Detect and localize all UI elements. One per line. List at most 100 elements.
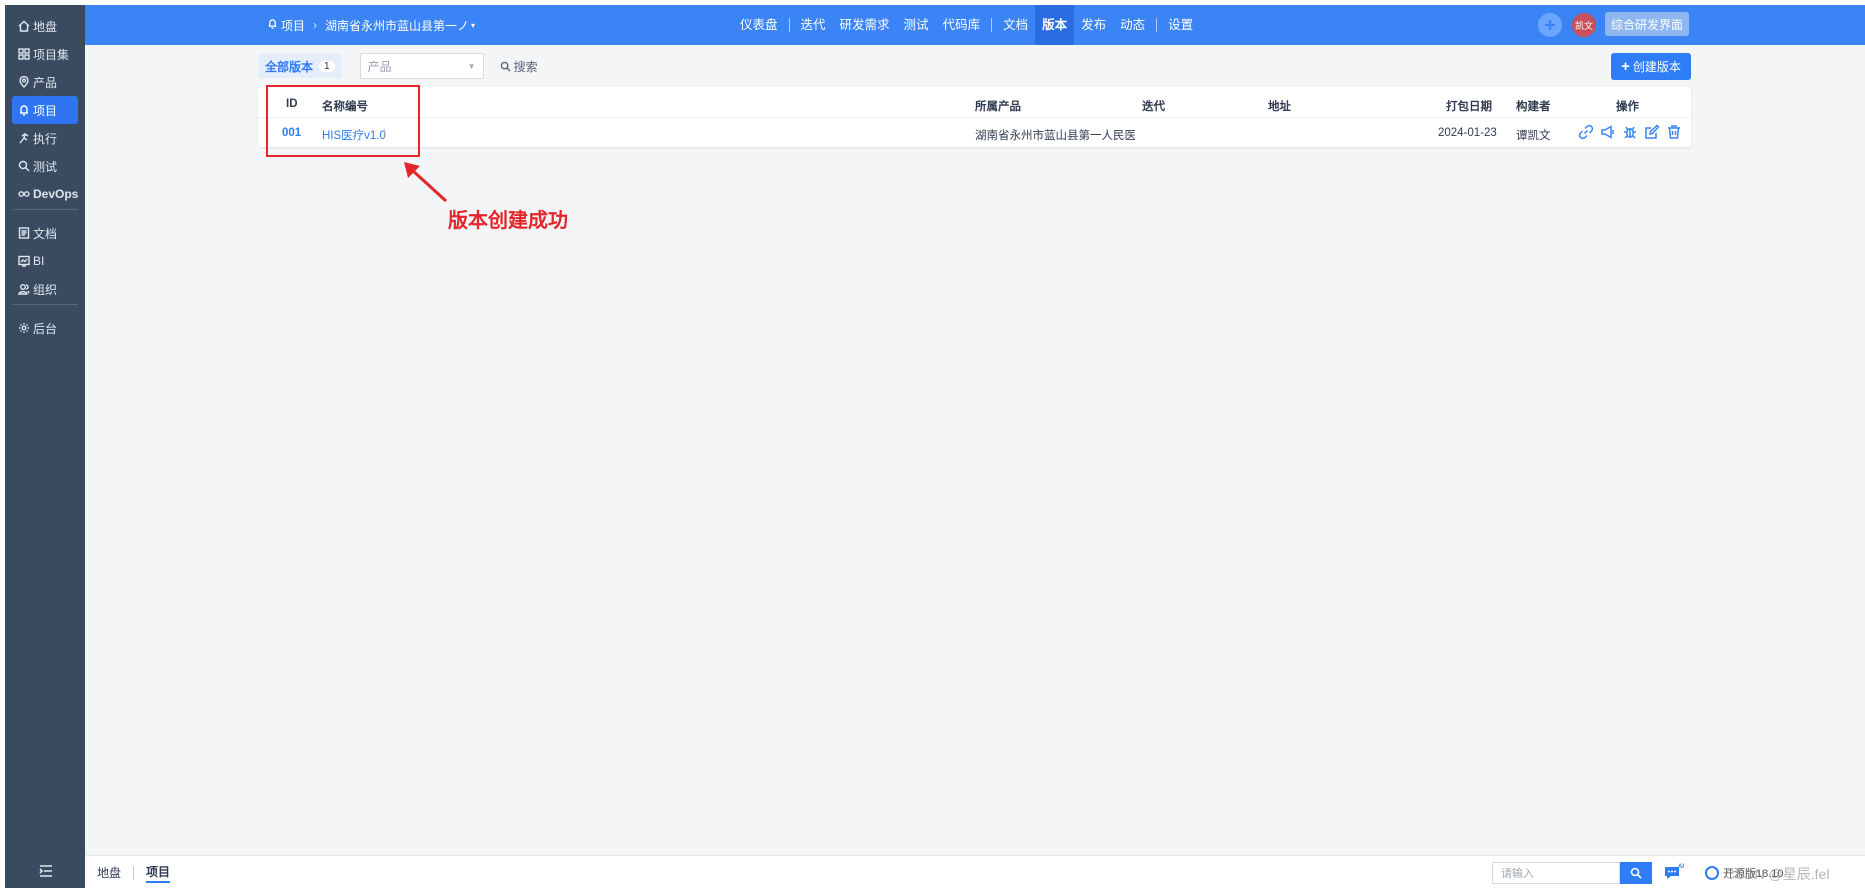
- chart-icon: [18, 255, 30, 267]
- bug-icon[interactable]: [1622, 124, 1638, 140]
- footer-search-input[interactable]: 请输入: [1492, 862, 1620, 884]
- trash-icon[interactable]: [1666, 124, 1682, 140]
- sidebar-item-org[interactable]: 组织: [12, 275, 78, 303]
- collapse-menu-icon[interactable]: [38, 864, 54, 878]
- sidebar-item-label: 组织: [33, 282, 58, 297]
- nav-divider: [991, 18, 993, 32]
- nav-divider: [1156, 18, 1158, 32]
- footer-bar: 地盘 项目 请输入 AI 开源版18.10 CSDN @星辰.fel: [85, 855, 1865, 888]
- ai-chat-icon[interactable]: AI: [1663, 862, 1685, 882]
- footer-breadcrumb: 地盘 项目: [97, 856, 171, 889]
- sidebar-item-program[interactable]: 项目集: [12, 40, 78, 68]
- sidebar-item-label: 产品: [33, 75, 58, 90]
- sidebar-item-doc[interactable]: 文档: [12, 219, 78, 247]
- sidebar-item-product[interactable]: 产品: [12, 68, 78, 96]
- search-icon: [1630, 867, 1642, 879]
- sidebar-item-devops[interactable]: DevOps: [12, 180, 78, 208]
- project-nav: 仪表盘 迭代 研发需求 测试 代码库 文档 版本 发布 动态 设置: [733, 5, 1200, 45]
- footer-search-button[interactable]: [1620, 862, 1652, 884]
- chevron-right-icon: ›: [313, 18, 318, 32]
- breadcrumb: 项目 › 湖南省永州市蓝山县第一ノ ▾: [267, 5, 475, 45]
- sidebar-item-label: DevOps: [33, 187, 79, 201]
- edit-icon[interactable]: [1644, 124, 1660, 140]
- zentao-logo-icon: [1705, 866, 1719, 880]
- users-icon: [18, 283, 30, 295]
- nav-release[interactable]: 发布: [1074, 5, 1113, 45]
- tab-all-count: 1: [319, 60, 335, 72]
- nav-test[interactable]: 测试: [897, 5, 936, 45]
- col-header-builder[interactable]: 构建者: [1516, 98, 1551, 114]
- build-toolbar: 全部版本 1 产品 ▼ 搜索: [258, 53, 538, 79]
- avatar[interactable]: 凯文: [1572, 13, 1596, 37]
- col-header-actions: 操作: [1616, 101, 1639, 113]
- sidebar-item-bi[interactable]: BI: [12, 247, 78, 275]
- sidebar-item-test[interactable]: 测试: [12, 152, 78, 180]
- sidebar-item-label: 项目: [33, 103, 58, 118]
- sidebar: 地盘 项目集 产品 项目 执行 测试 DevOps 文档 BI 组织 后台: [5, 5, 85, 888]
- cell-product: 湖南省永州市蓝山县第一人民医院: [975, 130, 1135, 142]
- nav-requirement[interactable]: 研发需求: [833, 5, 897, 45]
- footer-crumb-home[interactable]: 地盘: [97, 864, 121, 881]
- sidebar-item-execution[interactable]: 执行: [12, 124, 78, 152]
- search-label: 搜索: [513, 59, 538, 74]
- nav-settings[interactable]: 设置: [1161, 5, 1200, 45]
- nav-build[interactable]: 版本: [1035, 5, 1075, 45]
- annotation-text: 版本创建成功: [448, 210, 568, 232]
- search-button[interactable]: 搜索: [500, 58, 538, 75]
- chevron-down-icon[interactable]: ▾: [471, 21, 475, 30]
- top-navbar: 项目 › 湖南省永州市蓝山县第一ノ ▾ 仪表盘 迭代 研发需求 测试 代码库 文…: [85, 5, 1865, 45]
- tab-all-builds[interactable]: 全部版本 1: [258, 54, 342, 78]
- chevron-down-icon: ▼: [467, 61, 476, 71]
- create-build-button[interactable]: + 创建版本: [1611, 53, 1691, 80]
- search-icon: [18, 160, 30, 172]
- search-icon: [500, 61, 511, 72]
- annotation-arrow-icon: [404, 162, 448, 203]
- sidebar-divider: [13, 209, 78, 210]
- sidebar-item-label: 项目集: [33, 47, 70, 62]
- grid-icon: [18, 48, 30, 60]
- footer-crumb-current[interactable]: 项目: [146, 863, 171, 883]
- link-icon[interactable]: [1578, 124, 1594, 140]
- col-header-iteration[interactable]: 迭代: [1142, 98, 1165, 114]
- bell-icon: [18, 104, 30, 116]
- nav-repo[interactable]: 代码库: [936, 5, 988, 45]
- build-table: ID 名称编号 所属产品 迭代 地址 打包日期 构建者 操作 001 HIS医疗…: [258, 87, 1691, 147]
- create-build-label: 创建版本: [1632, 60, 1681, 74]
- footer-search-placeholder: 请输入: [1501, 868, 1534, 880]
- location-icon: [18, 75, 30, 88]
- sidebar-item-label: 文档: [33, 226, 58, 241]
- sidebar-divider: [13, 304, 78, 305]
- watermark: CSDN @星辰.fel: [1725, 866, 1830, 882]
- cell-date: 2024-01-23: [1438, 127, 1497, 139]
- product-select-placeholder: 产品: [367, 59, 392, 74]
- sidebar-item-home[interactable]: 地盘: [12, 12, 78, 40]
- sidebar-item-admin[interactable]: 后台: [12, 314, 78, 342]
- main-content: 全部版本 1 产品 ▼ 搜索 + 创建版本 ID 名称编号 所属产品 迭代 地址…: [85, 45, 1865, 855]
- product-select[interactable]: 产品 ▼: [359, 53, 484, 79]
- sidebar-item-label: 测试: [33, 159, 58, 174]
- nav-divider: [788, 18, 790, 32]
- run-icon: [18, 132, 30, 144]
- sidebar-item-label: 执行: [33, 131, 58, 146]
- cell-builder: 谭凯文: [1516, 130, 1551, 142]
- col-header-address[interactable]: 地址: [1268, 98, 1291, 114]
- svg-text:AI: AI: [1678, 864, 1684, 870]
- home-icon: [18, 20, 30, 32]
- nav-dashboard[interactable]: 仪表盘: [733, 5, 785, 45]
- table-divider: [258, 117, 1691, 118]
- project-switcher[interactable]: 湖南省永州市蓝山县第一ノ: [325, 17, 469, 34]
- annotation-highlight-box: [266, 85, 420, 157]
- breadcrumb-root[interactable]: 项目: [281, 17, 305, 34]
- ui-switch-button[interactable]: 综合研发界面: [1605, 12, 1689, 36]
- document-icon: [18, 227, 30, 239]
- col-header-product[interactable]: 所属产品: [975, 98, 1021, 114]
- sidebar-item-project[interactable]: 项目: [12, 96, 78, 124]
- quick-create-button[interactable]: [1538, 13, 1562, 37]
- nav-iteration[interactable]: 迭代: [794, 5, 833, 45]
- col-header-date[interactable]: 打包日期: [1446, 98, 1492, 114]
- megaphone-icon[interactable]: [1600, 124, 1616, 140]
- sidebar-item-label: BI: [33, 254, 45, 268]
- infinity-icon: [18, 188, 30, 200]
- nav-doc[interactable]: 文档: [996, 5, 1035, 45]
- nav-dynamic[interactable]: 动态: [1113, 5, 1152, 45]
